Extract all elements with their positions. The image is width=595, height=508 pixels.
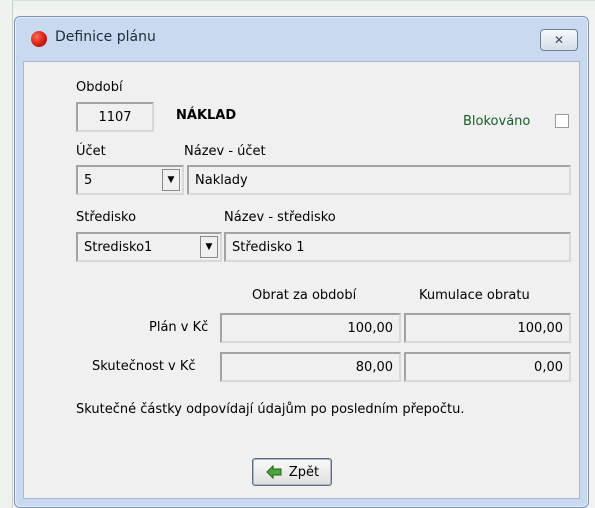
blocked-label: Blokováno [463, 114, 531, 129]
center-name-field[interactable]: Středisko 1 [224, 232, 571, 262]
account-label: Účet [76, 144, 106, 159]
close-icon: ✕ [553, 33, 565, 47]
back-button[interactable]: Zpět [252, 458, 332, 486]
background-line [12, 0, 595, 1]
dialog-content: Období 1107 NÁKLAD Blokováno Účet Název … [23, 61, 580, 499]
green-arrow-icon [266, 465, 282, 479]
type-value: NÁKLAD [176, 108, 237, 123]
center-label: Středisko [76, 210, 137, 225]
col-period-header: Obrat za období [252, 288, 357, 303]
red-dot-icon [31, 31, 47, 47]
actual-cumulative-field[interactable]: 0,00 [404, 352, 571, 382]
col-cumulative-header: Kumulace obratu [419, 288, 530, 303]
account-name-field[interactable]: Naklady [187, 165, 571, 195]
dialog-window: Definice plánu ✕ Období 1107 NÁKLAD Blok… [14, 16, 589, 508]
title-bar[interactable]: Definice plánu ✕ [15, 17, 588, 57]
chevron-down-icon: ▼ [167, 175, 175, 185]
background-top [0, 0, 595, 10]
row-plan-label: Plán v Kč [149, 320, 209, 335]
background-left [0, 0, 13, 508]
account-dropdown-button[interactable]: ▼ [162, 169, 180, 191]
note-text: Skutečné částky odpovídají údajům po pos… [76, 402, 465, 417]
center-dropdown-button[interactable]: ▼ [200, 236, 218, 258]
account-name-label: Název - účet [184, 144, 266, 159]
center-name-label: Název - středisko [224, 210, 336, 225]
plan-cumulative-field[interactable]: 100,00 [404, 313, 571, 343]
period-label: Období [76, 80, 123, 95]
back-button-label: Zpět [288, 464, 320, 480]
center-value: Stredisko1 [84, 239, 153, 255]
plan-period-field[interactable]: 100,00 [220, 313, 401, 343]
actual-period-field[interactable]: 80,00 [220, 352, 401, 382]
window-title: Definice plánu [55, 29, 156, 45]
close-button[interactable]: ✕ [540, 29, 578, 51]
period-field[interactable]: 1107 [76, 102, 154, 132]
blocked-checkbox[interactable] [555, 114, 569, 128]
account-value: 5 [84, 172, 93, 188]
chevron-down-icon: ▼ [205, 242, 213, 252]
row-actual-label: Skutečnost v Kč [92, 359, 196, 374]
